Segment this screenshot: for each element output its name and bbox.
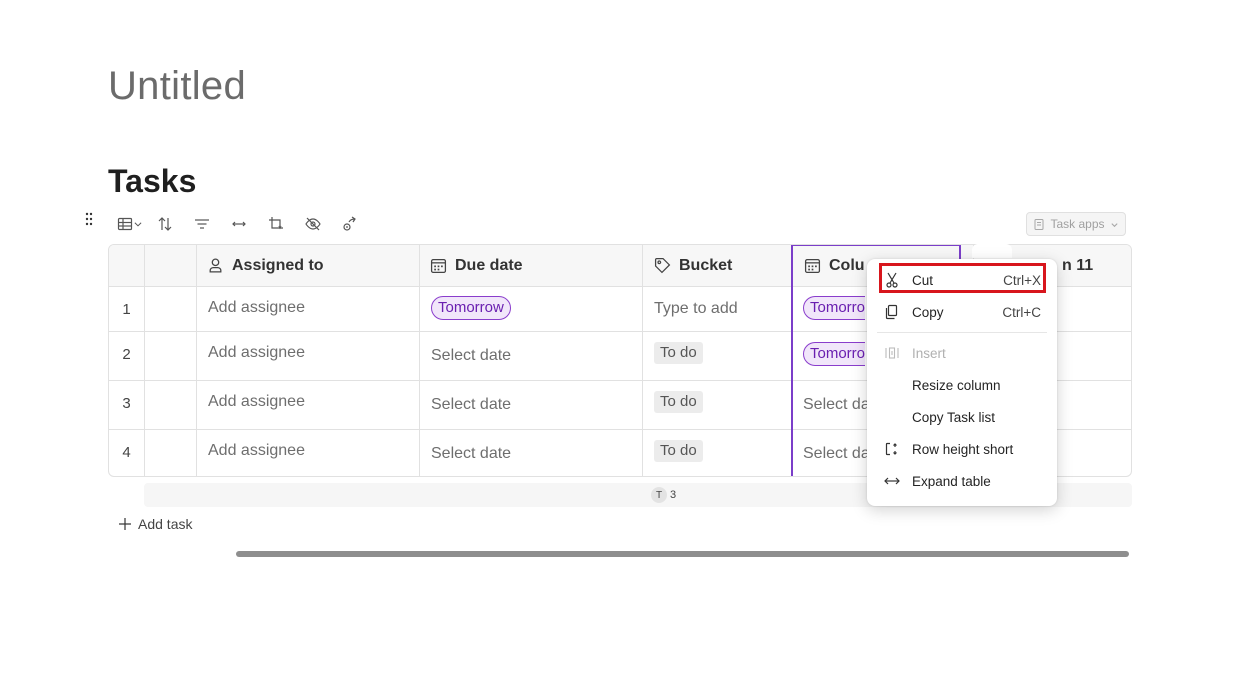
bucket-chip[interactable]: To do: [654, 391, 703, 413]
horizontal-scrollbar[interactable]: [236, 551, 1129, 557]
table-toolbar: [114, 212, 368, 236]
menu-item-resize-column[interactable]: Resize column: [867, 369, 1057, 401]
calendar-icon: [430, 259, 447, 274]
due-date-cell[interactable]: Select date: [431, 347, 511, 365]
due-date-cell[interactable]: Select date: [431, 445, 511, 463]
scissors-icon: [884, 272, 900, 288]
share-icon[interactable]: [331, 212, 368, 236]
menu-item-row-height-short[interactable]: Row height short: [867, 433, 1057, 465]
menu-item-expand-table[interactable]: Expand table: [867, 465, 1057, 497]
page-title[interactable]: Untitled: [108, 64, 246, 109]
summary-chip[interactable]: T 3: [651, 487, 676, 503]
copy-icon: [884, 304, 900, 320]
assignee-cell[interactable]: Add assignee: [208, 442, 305, 460]
summary-chip-count: 3: [670, 489, 677, 501]
menu-item-cut[interactable]: Cut Ctrl+X: [867, 264, 1057, 296]
resize-width-icon[interactable]: [220, 212, 257, 236]
clipboard-icon: [1034, 219, 1044, 230]
row-number: 3: [122, 395, 131, 412]
column-header-assigned-to[interactable]: Assigned to: [207, 245, 324, 286]
due-date-pill[interactable]: Tomorrow: [431, 296, 511, 320]
menu-item-insert[interactable]: Insert: [867, 337, 1057, 369]
tag-icon: [654, 257, 671, 274]
column-header-tab: [972, 244, 1012, 258]
menu-item-copy-task-list[interactable]: Copy Task list: [867, 401, 1057, 433]
row-number: 1: [122, 301, 131, 318]
task-apps-label: Task apps: [1050, 217, 1105, 231]
add-task-label: Add task: [138, 516, 193, 532]
column-header-bucket[interactable]: Bucket: [654, 245, 732, 286]
menu-item-copy[interactable]: Copy Ctrl+C: [867, 296, 1057, 328]
assignee-cell[interactable]: Add assignee: [208, 299, 305, 317]
row-height-icon: [884, 441, 900, 457]
drag-handle-icon[interactable]: [84, 212, 94, 226]
sort-icon[interactable]: [146, 212, 183, 236]
context-menu: Cut Ctrl+X Copy Ctrl+C Insert Resize col…: [867, 259, 1057, 506]
chevron-down-icon: [1110, 222, 1118, 227]
crop-icon[interactable]: [257, 212, 294, 236]
chevron-down-icon: [134, 222, 142, 227]
assignee-cell[interactable]: Add assignee: [208, 344, 305, 362]
insert-column-icon: [884, 345, 900, 361]
bucket-cell[interactable]: Type to add: [654, 300, 738, 318]
person-icon: [209, 258, 222, 273]
menu-separator: [877, 332, 1047, 333]
filter-icon[interactable]: [183, 212, 220, 236]
tasks-heading[interactable]: Tasks: [108, 163, 196, 200]
expand-icon: [884, 473, 900, 489]
due-date-cell[interactable]: Select date: [431, 396, 511, 414]
row-number: 4: [122, 444, 131, 461]
row-number: 2: [122, 346, 131, 363]
assignee-cell[interactable]: Add assignee: [208, 393, 305, 411]
column-header-due-date[interactable]: Due date: [430, 245, 523, 286]
hide-icon[interactable]: [294, 212, 331, 236]
column-header-column-11[interactable]: n 11: [1062, 245, 1093, 286]
summary-chip-letter: T: [651, 487, 667, 503]
plus-icon: [119, 518, 131, 530]
task-apps-button[interactable]: Task apps: [1026, 212, 1126, 236]
grid-view-icon[interactable]: [114, 212, 146, 236]
bucket-chip[interactable]: To do: [654, 342, 703, 364]
bucket-chip[interactable]: To do: [654, 440, 703, 462]
add-task-button[interactable]: Add task: [118, 516, 192, 532]
